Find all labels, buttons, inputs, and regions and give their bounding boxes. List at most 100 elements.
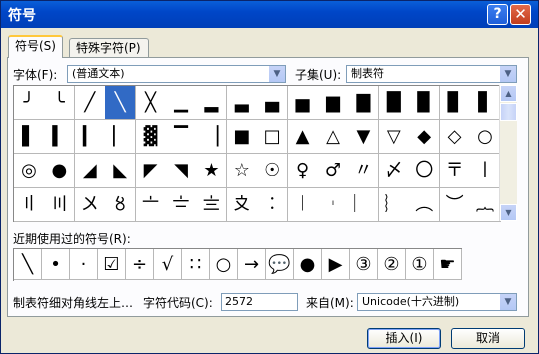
symbol-cell[interactable]: 〆	[378, 154, 410, 188]
character-code-input[interactable]: 2572	[221, 293, 298, 311]
symbol-cell[interactable]: ▄	[257, 86, 289, 120]
symbol-cell[interactable]: ■	[226, 120, 258, 154]
symbol-cell[interactable]: ︵	[409, 188, 441, 222]
scroll-thumb[interactable]	[500, 103, 517, 121]
symbol-cell[interactable]: ▏	[105, 120, 137, 154]
symbol-cell[interactable]: ▆	[318, 86, 349, 120]
symbol-cell[interactable]: ▔	[166, 120, 197, 154]
cancel-button[interactable]: 取消	[451, 328, 525, 349]
symbol-cell[interactable]: ♂	[318, 154, 349, 188]
symbol-cell[interactable]: ◎	[14, 154, 45, 188]
recent-symbol-cell[interactable]: ☑	[98, 249, 126, 280]
symbol-cell[interactable]: ︴	[378, 188, 410, 222]
symbol-cell[interactable]: ◆	[409, 120, 441, 154]
recent-symbol-cell[interactable]: ③	[350, 249, 378, 280]
symbol-cell[interactable]: 〣	[44, 188, 76, 222]
recent-symbol-cell[interactable]: 💬	[266, 249, 294, 280]
recent-symbol-cell[interactable]: ○	[210, 249, 238, 280]
symbol-cell[interactable]: ▅	[287, 86, 319, 120]
symbol-description: 制表符细对角线左上…	[13, 296, 134, 310]
insert-button[interactable]: 插入(I)	[367, 328, 441, 349]
symbol-cell[interactable]: █	[378, 86, 410, 120]
symbol-cell[interactable]: ▁	[166, 86, 197, 120]
font-select[interactable]: (普通文本) ▼	[67, 65, 286, 83]
symbol-cell[interactable]: ▽	[378, 120, 410, 154]
symbol-cell[interactable]: ▇	[348, 86, 380, 120]
close-button[interactable]: ✕	[510, 4, 531, 25]
symbol-cell[interactable]: □	[257, 120, 289, 154]
symbol-cell[interactable]: 〩	[226, 188, 258, 222]
symbol-cell[interactable]: 〇	[409, 154, 441, 188]
symbol-cell[interactable]: ▃	[226, 86, 258, 120]
symbol-cell[interactable]: ▍	[44, 120, 76, 154]
help-button[interactable]: ?	[487, 4, 508, 25]
recent-symbol-cell[interactable]: •	[42, 249, 70, 280]
recent-symbol-cell[interactable]: ╲	[14, 249, 42, 280]
symbol-cell[interactable]: ◥	[166, 154, 197, 188]
symbol-cell[interactable]: 〥	[105, 188, 137, 222]
symbol-cell[interactable]: ♀	[287, 154, 319, 188]
symbol-cell[interactable]: ▋	[470, 86, 501, 120]
symbol-cell[interactable]: ╳	[135, 86, 167, 120]
symbol-cell[interactable]: ︷	[470, 188, 501, 222]
symbol-cell[interactable]: 〢	[14, 188, 45, 222]
symbol-cell[interactable]: ︰	[257, 188, 289, 222]
from-select[interactable]: Unicode(十六进制) ▼	[357, 293, 517, 311]
recent-symbol-cell[interactable]: ②	[378, 249, 406, 280]
symbol-cell[interactable]: ︱	[287, 188, 319, 222]
symbol-cell[interactable]: ◤	[135, 154, 167, 188]
symbol-cell[interactable]: ◣	[105, 154, 137, 188]
recent-symbol-cell[interactable]: ÷	[126, 249, 154, 280]
recent-symbol-cell[interactable]: →	[238, 249, 266, 280]
symbol-cell[interactable]: ☉	[257, 154, 289, 188]
symbol-cell[interactable]: ▎	[74, 120, 106, 154]
symbol-cell[interactable]: ▕	[196, 120, 228, 154]
character-code-label: 字符代码(C):	[143, 296, 213, 310]
scroll-down-icon[interactable]: ▼	[500, 204, 517, 221]
chevron-down-icon[interactable]: ▼	[268, 66, 285, 82]
recent-symbol-cell[interactable]: ①	[406, 249, 434, 280]
symbol-cell[interactable]: ▂	[196, 86, 228, 120]
symbol-cell[interactable]: 〦	[135, 188, 167, 222]
symbol-cell[interactable]: ☆	[226, 154, 258, 188]
symbol-cell[interactable]: ╱	[74, 86, 106, 120]
symbol-cell[interactable]: ◇	[439, 120, 471, 154]
chevron-down-icon[interactable]: ▼	[499, 66, 516, 82]
symbol-cell[interactable]: ︳	[348, 188, 380, 222]
symbol-cell[interactable]: ╲	[105, 86, 137, 120]
symbol-cell[interactable]: ▲	[287, 120, 319, 154]
recent-symbol-cell[interactable]: ☛	[434, 249, 462, 280]
symbol-cell[interactable]: ︶	[439, 188, 471, 222]
recent-symbol-cell[interactable]: √	[154, 249, 182, 280]
scroll-up-icon[interactable]: ▲	[500, 85, 517, 102]
symbol-cell[interactable]: 〨	[196, 188, 228, 222]
symbol-cell[interactable]: ▊	[439, 86, 471, 120]
symbol-cell[interactable]: ★	[196, 154, 228, 188]
symbol-cell[interactable]: ▌	[14, 120, 45, 154]
symbol-cell[interactable]: 〧	[166, 188, 197, 222]
symbol-cell[interactable]: ▼	[348, 120, 380, 154]
recent-symbol-cell[interactable]: ·	[70, 249, 98, 280]
subset-select[interactable]: 制表符 ▼	[346, 65, 517, 83]
chevron-down-icon[interactable]: ▼	[499, 294, 516, 310]
symbol-cell[interactable]: ╯	[14, 86, 45, 120]
recent-symbol-cell[interactable]: ∷	[182, 249, 210, 280]
symbol-cell[interactable]: ○	[470, 120, 501, 154]
symbol-cell[interactable]: ◢	[74, 154, 106, 188]
symbol-grid-scrollbar[interactable]: ▲ ▼	[499, 85, 517, 221]
symbol-cell[interactable]: ╰	[44, 86, 76, 120]
symbol-cell[interactable]: ︲	[318, 188, 349, 222]
tab-symbols[interactable]: 符号(S)	[8, 35, 63, 58]
title-bar: 符号 ? ✕	[1, 1, 538, 28]
symbol-cell[interactable]: ▉	[409, 86, 441, 120]
symbol-cell[interactable]: 〃	[348, 154, 380, 188]
symbol-cell[interactable]: ▓	[135, 120, 167, 154]
symbol-cell[interactable]: 〒	[439, 154, 471, 188]
symbol-cell[interactable]: 〡	[470, 154, 501, 188]
tab-special-characters[interactable]: 特殊字符(P)	[69, 38, 149, 57]
symbol-cell[interactable]: △	[318, 120, 349, 154]
symbol-cell[interactable]: ●	[44, 154, 76, 188]
recent-symbol-cell[interactable]: ●	[294, 249, 322, 280]
symbol-cell[interactable]: 〤	[74, 188, 106, 222]
recent-symbol-cell[interactable]: ▶	[322, 249, 350, 280]
